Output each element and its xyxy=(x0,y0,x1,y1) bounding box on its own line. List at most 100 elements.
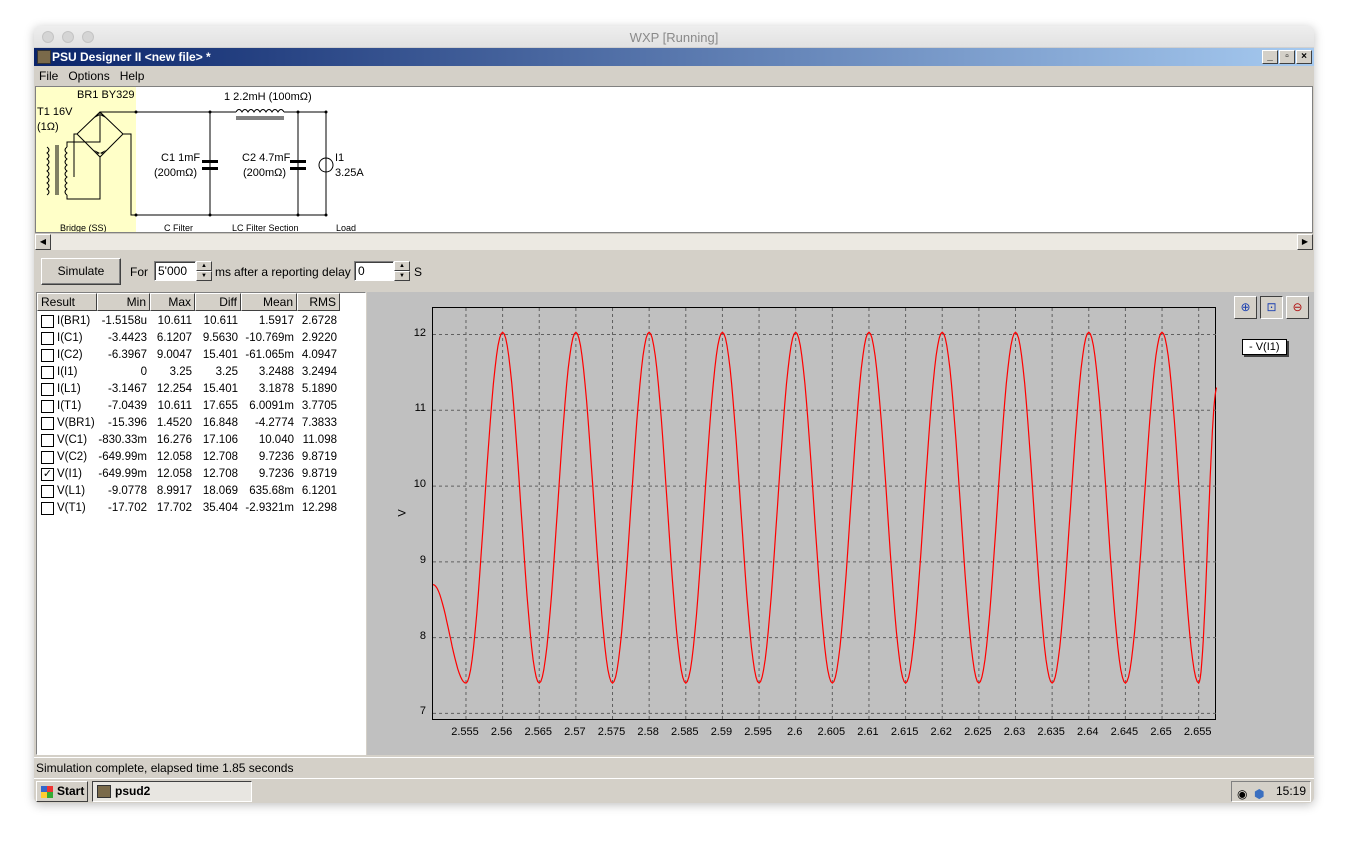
table-row[interactable]: I(L1) -3.1467 12.254 15.401 3.1878 5.1890 xyxy=(37,381,365,398)
row-checkbox[interactable] xyxy=(41,349,54,362)
result-min: -9.0778 xyxy=(107,485,147,497)
result-name: I(C1) xyxy=(57,332,83,344)
result-mean: 3.1878 xyxy=(258,383,294,395)
table-row[interactable]: ✓ V(I1) -649.99m 12.058 12.708 9.7236 9.8719 xyxy=(37,466,365,483)
col-header-diff[interactable]: Diff xyxy=(195,293,241,311)
result-diff: 35.404 xyxy=(202,502,238,514)
spin-down-icon[interactable]: ▼ xyxy=(196,271,212,281)
x-tick-label: 2.655 xyxy=(1183,726,1212,738)
y-tick-label: 8 xyxy=(419,629,426,642)
series-line-v-i1 xyxy=(433,331,1217,685)
schematic-diagram xyxy=(36,87,334,232)
row-checkbox[interactable] xyxy=(41,400,54,413)
table-row[interactable]: I(BR1) -1.5158u 10.611 10.611 1.5917 2.6728 xyxy=(37,313,365,330)
result-max: 12.058 xyxy=(156,468,192,480)
row-checkbox[interactable] xyxy=(41,485,54,498)
delay-spinner[interactable]: ▲ ▼ xyxy=(394,261,410,281)
table-row[interactable]: I(C2) -6.3967 9.0047 15.401 -61.065m 4.0947 xyxy=(37,347,365,364)
duration-input[interactable]: 5'000 xyxy=(154,261,196,281)
table-row[interactable]: V(C2) -649.99m 12.058 12.708 9.7236 9.8719 xyxy=(37,449,365,466)
table-row[interactable]: V(T1) -17.702 17.702 35.404 -2.9321m 12.298 xyxy=(37,500,365,517)
result-mean: 1.5917 xyxy=(258,315,294,327)
row-checkbox[interactable] xyxy=(41,315,54,328)
y-tick-label: 10 xyxy=(413,478,426,491)
menu-options[interactable]: Options xyxy=(63,66,114,86)
start-button[interactable]: Start xyxy=(36,781,88,802)
result-min: -7.0439 xyxy=(107,400,147,412)
x-tick-label: 2.555 xyxy=(451,726,479,738)
col-header-min[interactable]: Min xyxy=(97,293,150,311)
row-checkbox[interactable] xyxy=(41,451,54,464)
delay-input[interactable]: 0 xyxy=(354,261,394,281)
table-row[interactable]: I(I1) 0 3.25 3.25 3.2488 3.2494 xyxy=(37,364,365,381)
table-row[interactable]: I(C1) -3.4423 6.1207 9.5630 -10.769m 2.9220 xyxy=(37,330,365,347)
col-header-result[interactable]: Result xyxy=(37,293,97,311)
result-min: -3.1467 xyxy=(107,383,147,395)
transformer-resistance: (1Ω) xyxy=(37,121,59,133)
y-tick-label: 11 xyxy=(414,402,426,415)
close-button[interactable]: × xyxy=(1296,50,1312,64)
menu-file[interactable]: File xyxy=(34,66,63,86)
row-checkbox[interactable] xyxy=(41,366,54,379)
result-min: -17.702 xyxy=(107,502,147,514)
x-tick-label: 2.61 xyxy=(857,726,879,738)
scroll-right-icon[interactable]: ▶ xyxy=(1297,234,1313,250)
row-checkbox[interactable]: ✓ xyxy=(41,468,54,481)
result-mean: -61.065m xyxy=(245,349,294,361)
row-checkbox[interactable] xyxy=(41,417,54,430)
table-row[interactable]: I(T1) -7.0439 10.611 17.655 6.0091m 3.7705 xyxy=(37,398,365,415)
row-checkbox[interactable] xyxy=(41,383,54,396)
app-title-bar: PSU Designer II <new file> * _ ▫ × xyxy=(34,48,1314,66)
minimize-dot-icon[interactable] xyxy=(62,31,74,43)
load-label: I1 xyxy=(335,152,345,164)
col-header-rms[interactable]: RMS xyxy=(297,293,340,311)
col-header-mean[interactable]: Mean xyxy=(241,293,297,311)
result-max: 3.25 xyxy=(169,366,192,378)
zoom-out-icon[interactable]: ⊖ xyxy=(1286,296,1309,319)
simulate-button[interactable]: Simulate xyxy=(41,258,121,285)
spin-down-icon[interactable]: ▼ xyxy=(394,271,410,281)
table-row[interactable]: V(BR1) -15.396 1.4520 16.848 -4.2774 7.3833 xyxy=(37,415,365,432)
restore-button[interactable]: ▫ xyxy=(1279,50,1295,64)
result-max: 17.702 xyxy=(156,502,192,514)
result-max: 9.0047 xyxy=(156,349,192,361)
schematic-panel: BR1 BY329 T1 16V (1Ω) 1 2.2mH (100mΩ) C1… xyxy=(35,86,1313,233)
result-max: 12.254 xyxy=(156,383,192,395)
row-checkbox[interactable] xyxy=(41,332,54,345)
spin-up-icon[interactable]: ▲ xyxy=(196,261,212,271)
spin-up-icon[interactable]: ▲ xyxy=(394,261,410,271)
network-icon[interactable]: ⬢ xyxy=(1254,785,1264,803)
row-checkbox[interactable] xyxy=(41,502,54,515)
table-row[interactable]: V(L1) -9.0778 8.9917 18.069 635.68m 6.1201 xyxy=(37,483,365,500)
scroll-left-icon[interactable]: ◀ xyxy=(35,234,51,250)
duration-spinner[interactable]: ▲ ▼ xyxy=(196,261,212,281)
result-rms: 3.2494 xyxy=(301,366,337,378)
minimize-button[interactable]: _ xyxy=(1262,50,1278,64)
result-rms: 6.1201 xyxy=(301,485,337,497)
row-checkbox[interactable] xyxy=(41,434,54,447)
bridge-label: BR1 BY329 xyxy=(77,89,135,101)
task-label: psud2 xyxy=(115,784,151,798)
result-diff: 9.5630 xyxy=(202,332,238,344)
speaker-icon[interactable]: ◉ xyxy=(1237,785,1247,803)
taskbar-item-psud2[interactable]: psud2 xyxy=(92,781,252,802)
menu-help[interactable]: Help xyxy=(115,66,150,86)
result-min: -830.33m xyxy=(98,434,147,446)
schematic-scrollbar[interactable]: ◀ ▶ xyxy=(35,233,1313,250)
table-row[interactable]: V(C1) -830.33m 16.276 17.106 10.040 11.098 xyxy=(37,432,365,449)
results-table: Result Min Max Diff Mean RMS I(BR1) -1.51… xyxy=(36,292,366,755)
result-rms: 5.1890 xyxy=(301,383,337,395)
zoom-window-icon[interactable]: ⊡ xyxy=(1260,296,1283,319)
start-label: Start xyxy=(57,784,85,798)
transformer-label: T1 16V xyxy=(37,106,73,118)
x-tick-label: 2.625 xyxy=(964,726,992,738)
result-mean: -4.2774 xyxy=(254,417,294,429)
result-min: -649.99m xyxy=(98,451,147,463)
col-header-max[interactable]: Max xyxy=(150,293,195,311)
zoom-in-icon[interactable]: ⊕ xyxy=(1234,296,1257,319)
result-mean: 635.68m xyxy=(249,485,294,497)
x-tick-label: 2.64 xyxy=(1077,726,1099,738)
zoom-dot-icon[interactable] xyxy=(82,31,94,43)
for-label: For xyxy=(130,265,148,279)
close-dot-icon[interactable] xyxy=(42,31,54,43)
